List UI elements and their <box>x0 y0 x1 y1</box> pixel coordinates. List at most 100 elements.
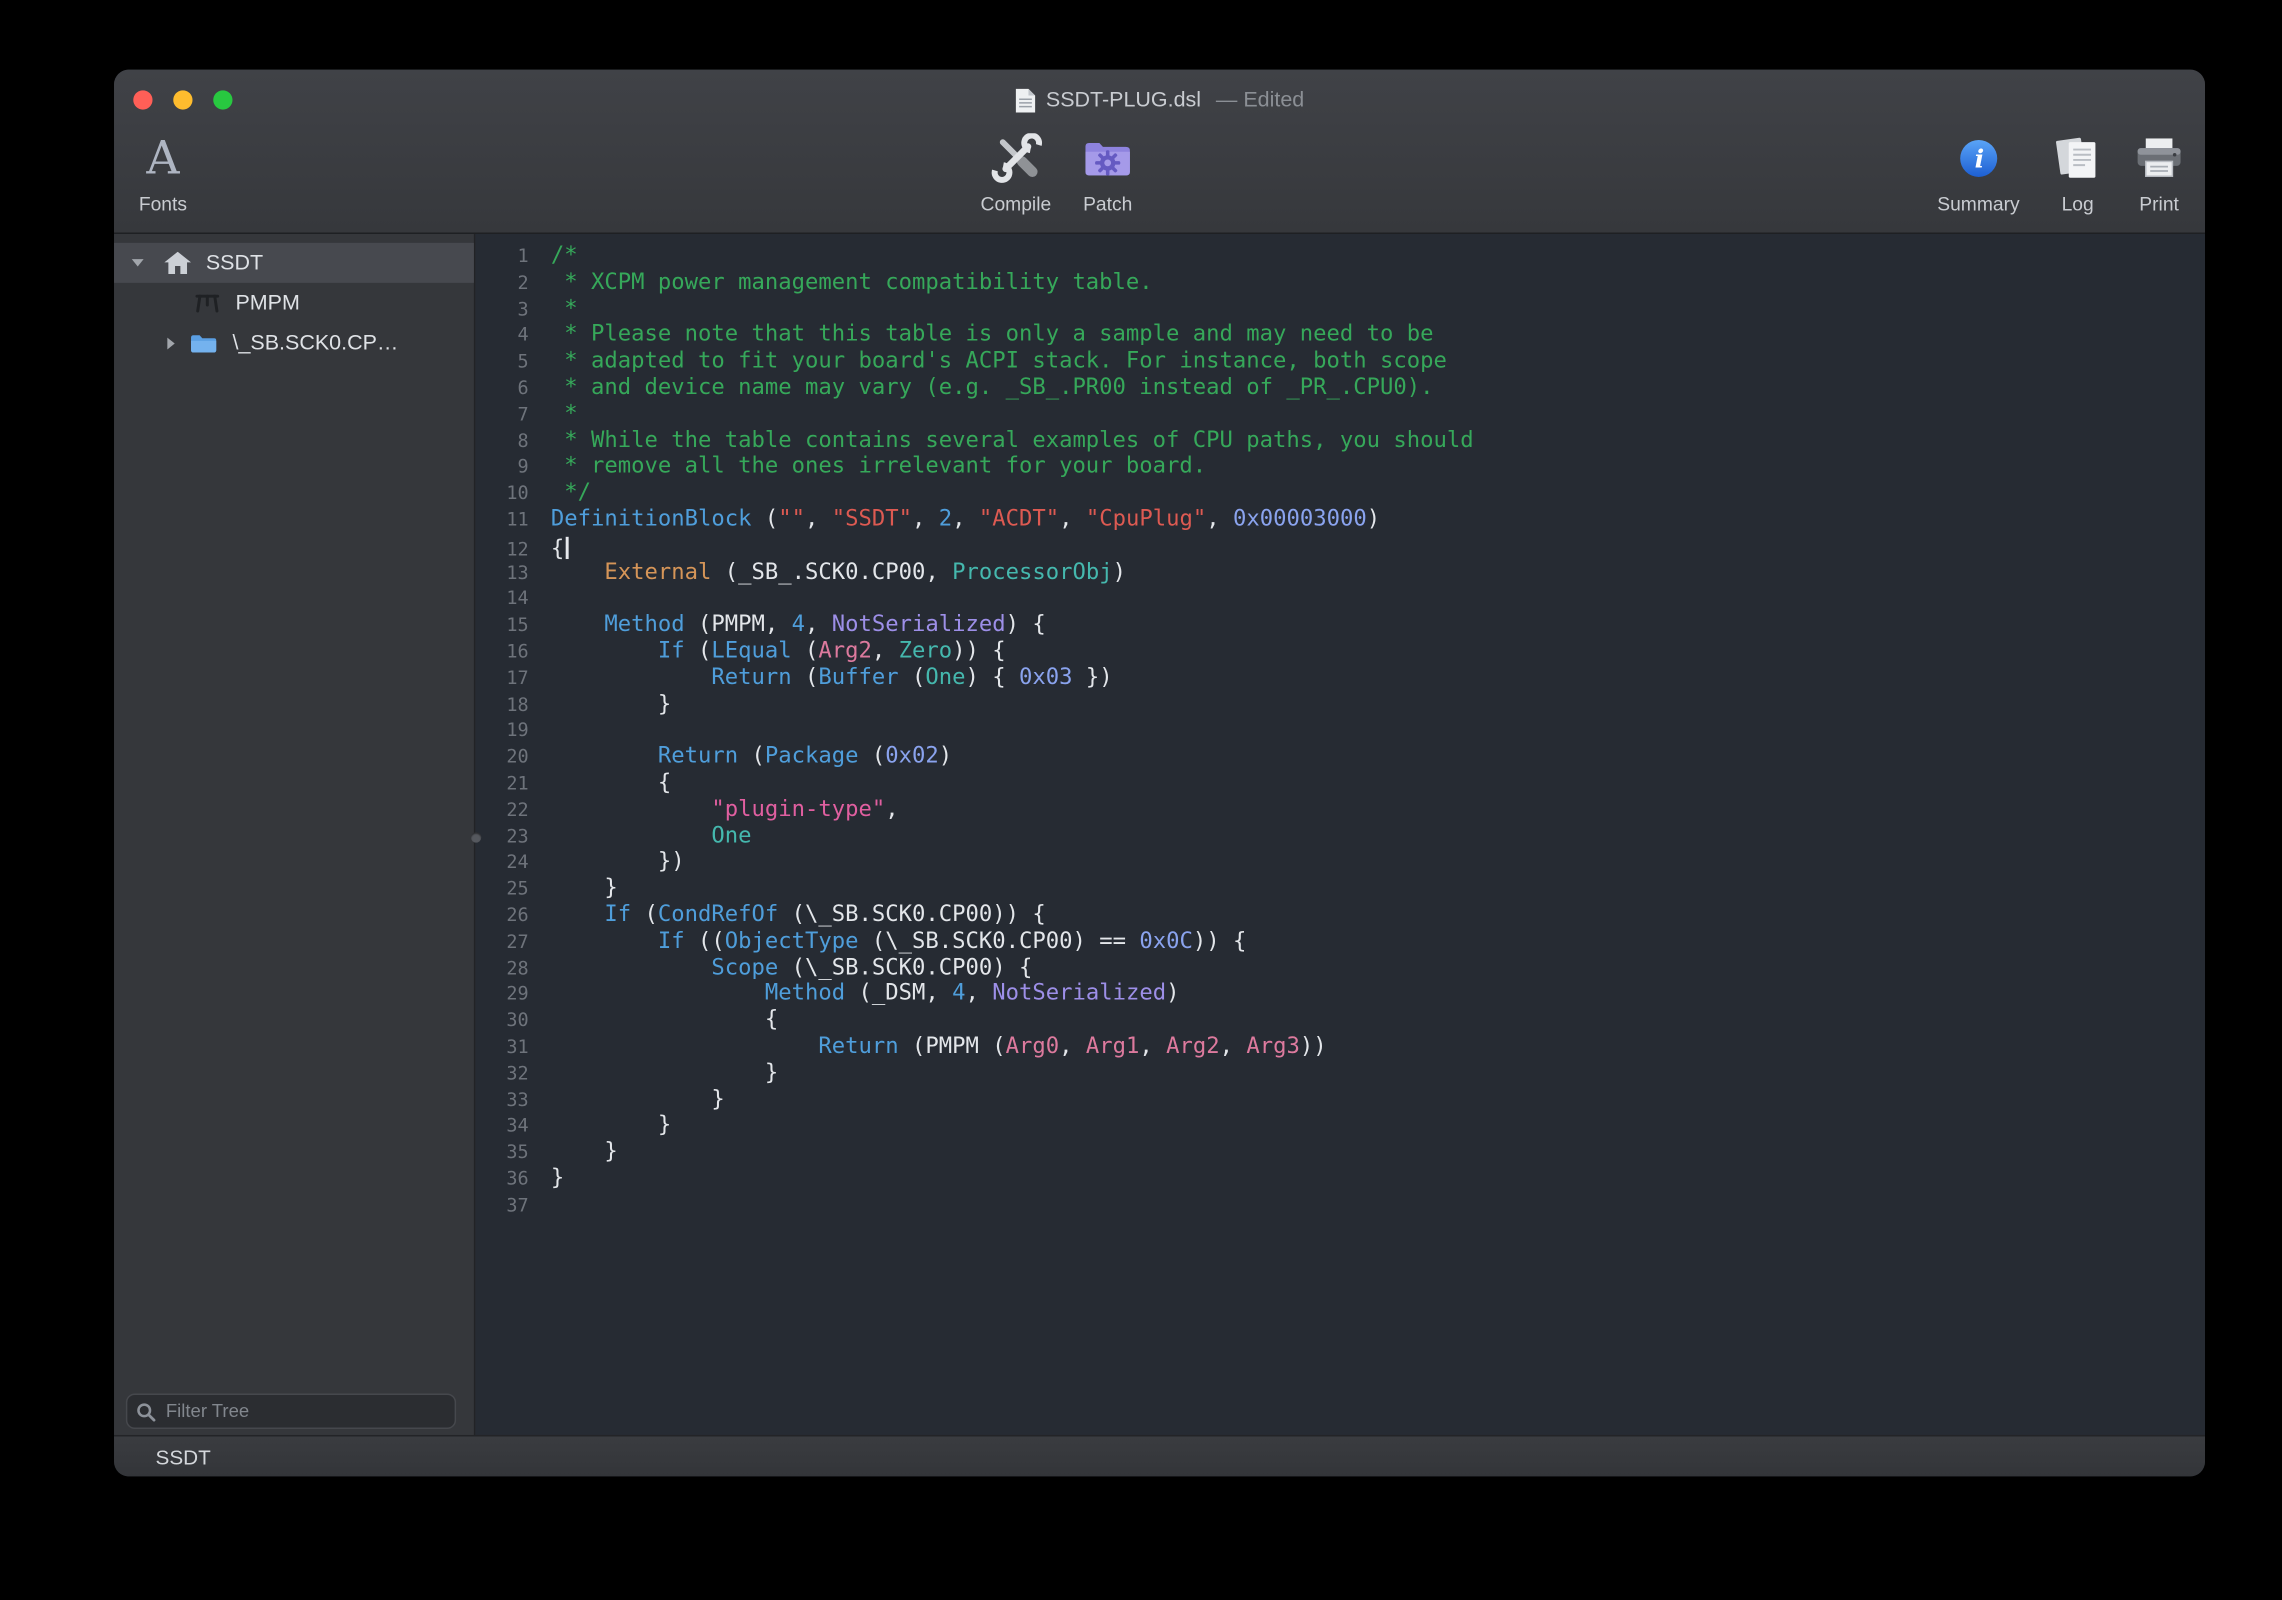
line-number: 8 <box>487 427 528 453</box>
code-line: 26 If (CondRefOf (\_SB.SCK0.CP00)) { <box>487 902 2205 928</box>
code-text: } <box>529 1113 672 1139</box>
code-line: 32 } <box>487 1060 2205 1086</box>
line-number: 37 <box>487 1192 528 1218</box>
code-text: One <box>529 823 752 849</box>
line-number: 26 <box>487 902 528 928</box>
code-text: { <box>529 770 672 796</box>
code-line: 3 * <box>487 296 2205 322</box>
sidebar-item-pmpm[interactable]: PMPM <box>114 283 474 323</box>
print-label: Print <box>2139 193 2179 215</box>
sidebar-item-sb-sck0[interactable]: \_SB.SCK0.CP… <box>114 323 474 363</box>
code-line: 33 } <box>487 1086 2205 1112</box>
code-line: 2 * XCPM power management compatibility … <box>487 269 2205 295</box>
code-text: } <box>529 691 672 717</box>
line-number: 13 <box>487 559 528 585</box>
line-number: 35 <box>487 1139 528 1165</box>
code-line: 29 Method (_DSM, 4, NotSerialized) <box>487 981 2205 1007</box>
line-number: 10 <box>487 480 528 506</box>
filter-tree-field[interactable] <box>126 1393 456 1429</box>
print-button[interactable]: Print <box>2134 129 2184 215</box>
code-text: * Please note that this table is only a … <box>529 322 1434 348</box>
log-pages-icon <box>2055 135 2099 182</box>
code-text: If (CondRefOf (\_SB.SCK0.CP00)) { <box>529 902 1046 928</box>
line-number: 15 <box>487 612 528 638</box>
line-number: 19 <box>487 717 528 743</box>
code-line: 1/* <box>487 243 2205 269</box>
disclosure-closed-icon[interactable] <box>161 335 179 350</box>
code-line: 25 } <box>487 875 2205 901</box>
main-content: SSDT PMPM <box>114 234 2205 1435</box>
line-number: 6 <box>487 375 528 401</box>
line-number: 2 <box>487 269 528 295</box>
line-number: 30 <box>487 1007 528 1033</box>
code-editor[interactable]: 1/*2 * XCPM power management compatibili… <box>475 234 2205 1435</box>
line-number: 33 <box>487 1086 528 1112</box>
log-label: Log <box>2062 193 2094 215</box>
line-number: 7 <box>487 401 528 427</box>
line-number: 21 <box>487 770 528 796</box>
line-number: 14 <box>487 585 528 611</box>
code-text: * remove all the ones irrelevant for you… <box>529 454 1207 480</box>
splitter-handle[interactable] <box>471 832 481 842</box>
code-line: 27 If ((ObjectType (\_SB.SCK0.CP00) == 0… <box>487 928 2205 954</box>
code-line: 30 { <box>487 1007 2205 1033</box>
compile-button[interactable]: Compile <box>981 129 1052 215</box>
code-text: } <box>529 875 618 901</box>
code-line: 16 If (LEqual (Arg2, Zero)) { <box>487 638 2205 664</box>
disclosure-open-icon[interactable] <box>129 258 147 268</box>
info-icon: i <box>1958 138 1999 179</box>
method-icon <box>194 292 221 314</box>
code-line: 15 Method (PMPM, 4, NotSerialized) { <box>487 612 2205 638</box>
code-text: * While the table contains several examp… <box>529 427 1474 453</box>
code-text: } <box>529 1086 725 1112</box>
code-line: 22 "plugin-type", <box>487 796 2205 822</box>
patch-button[interactable]: Patch <box>1083 129 1133 215</box>
line-number: 28 <box>487 954 528 980</box>
code-text: Method (PMPM, 4, NotSerialized) { <box>529 612 1046 638</box>
sidebar-item-label: \_SB.SCK0.CP… <box>232 331 398 355</box>
code-text: * and device name may vary (e.g. _SB_.PR… <box>529 375 1434 401</box>
code-line: 24 }) <box>487 849 2205 875</box>
filter-tree-input[interactable] <box>163 1399 446 1423</box>
code-text: Method (_DSM, 4, NotSerialized) <box>529 981 1180 1007</box>
code-line: 4 * Please note that this table is only … <box>487 322 2205 348</box>
fonts-a-icon: A <box>146 135 179 181</box>
fonts-button[interactable]: A Fonts <box>139 129 187 215</box>
code-line: 12{ <box>487 533 2205 559</box>
patch-label: Patch <box>1083 193 1132 215</box>
line-number: 4 <box>487 322 528 348</box>
line-number: 20 <box>487 744 528 770</box>
summary-button[interactable]: i Summary <box>1937 129 2019 215</box>
code-text: { <box>529 1007 779 1033</box>
code-text: * XCPM power management compatibility ta… <box>529 269 1153 295</box>
printer-icon <box>2134 136 2184 180</box>
code-text: Return (Package (0x02) <box>529 744 952 770</box>
code-text: } <box>529 1165 565 1191</box>
sidebar-item-ssdt[interactable]: SSDT <box>114 243 474 283</box>
status-path: SSDT <box>155 1445 210 1469</box>
code-text: } <box>529 1060 779 1086</box>
code-text: * <box>529 401 578 427</box>
code-text: External (_SB_.SCK0.CP00, ProcessorObj) <box>529 559 1126 585</box>
code-line: 28 Scope (\_SB.SCK0.CP00) { <box>487 954 2205 980</box>
tools-icon <box>989 133 1042 183</box>
line-number: 27 <box>487 928 528 954</box>
code-line: 21 { <box>487 770 2205 796</box>
line-number: 18 <box>487 691 528 717</box>
text-cursor <box>566 536 568 558</box>
status-bar: SSDT <box>114 1435 2205 1476</box>
code-line: 36} <box>487 1165 2205 1191</box>
folder-icon <box>190 332 218 353</box>
code-line: 5 * adapted to fit your board's ACPI sta… <box>487 348 2205 374</box>
line-number: 34 <box>487 1113 528 1139</box>
search-icon <box>136 1402 155 1421</box>
line-number: 3 <box>487 296 528 322</box>
code-text: Return (Buffer (One) { 0x03 }) <box>529 665 1113 691</box>
line-number: 29 <box>487 981 528 1007</box>
code-line: 20 Return (Package (0x02) <box>487 744 2205 770</box>
log-button[interactable]: Log <box>2055 129 2099 215</box>
code-text: */ <box>529 480 591 506</box>
line-number: 5 <box>487 348 528 374</box>
code-line: 31 Return (PMPM (Arg0, Arg1, Arg2, Arg3)… <box>487 1034 2205 1060</box>
code-line: 18 } <box>487 691 2205 717</box>
